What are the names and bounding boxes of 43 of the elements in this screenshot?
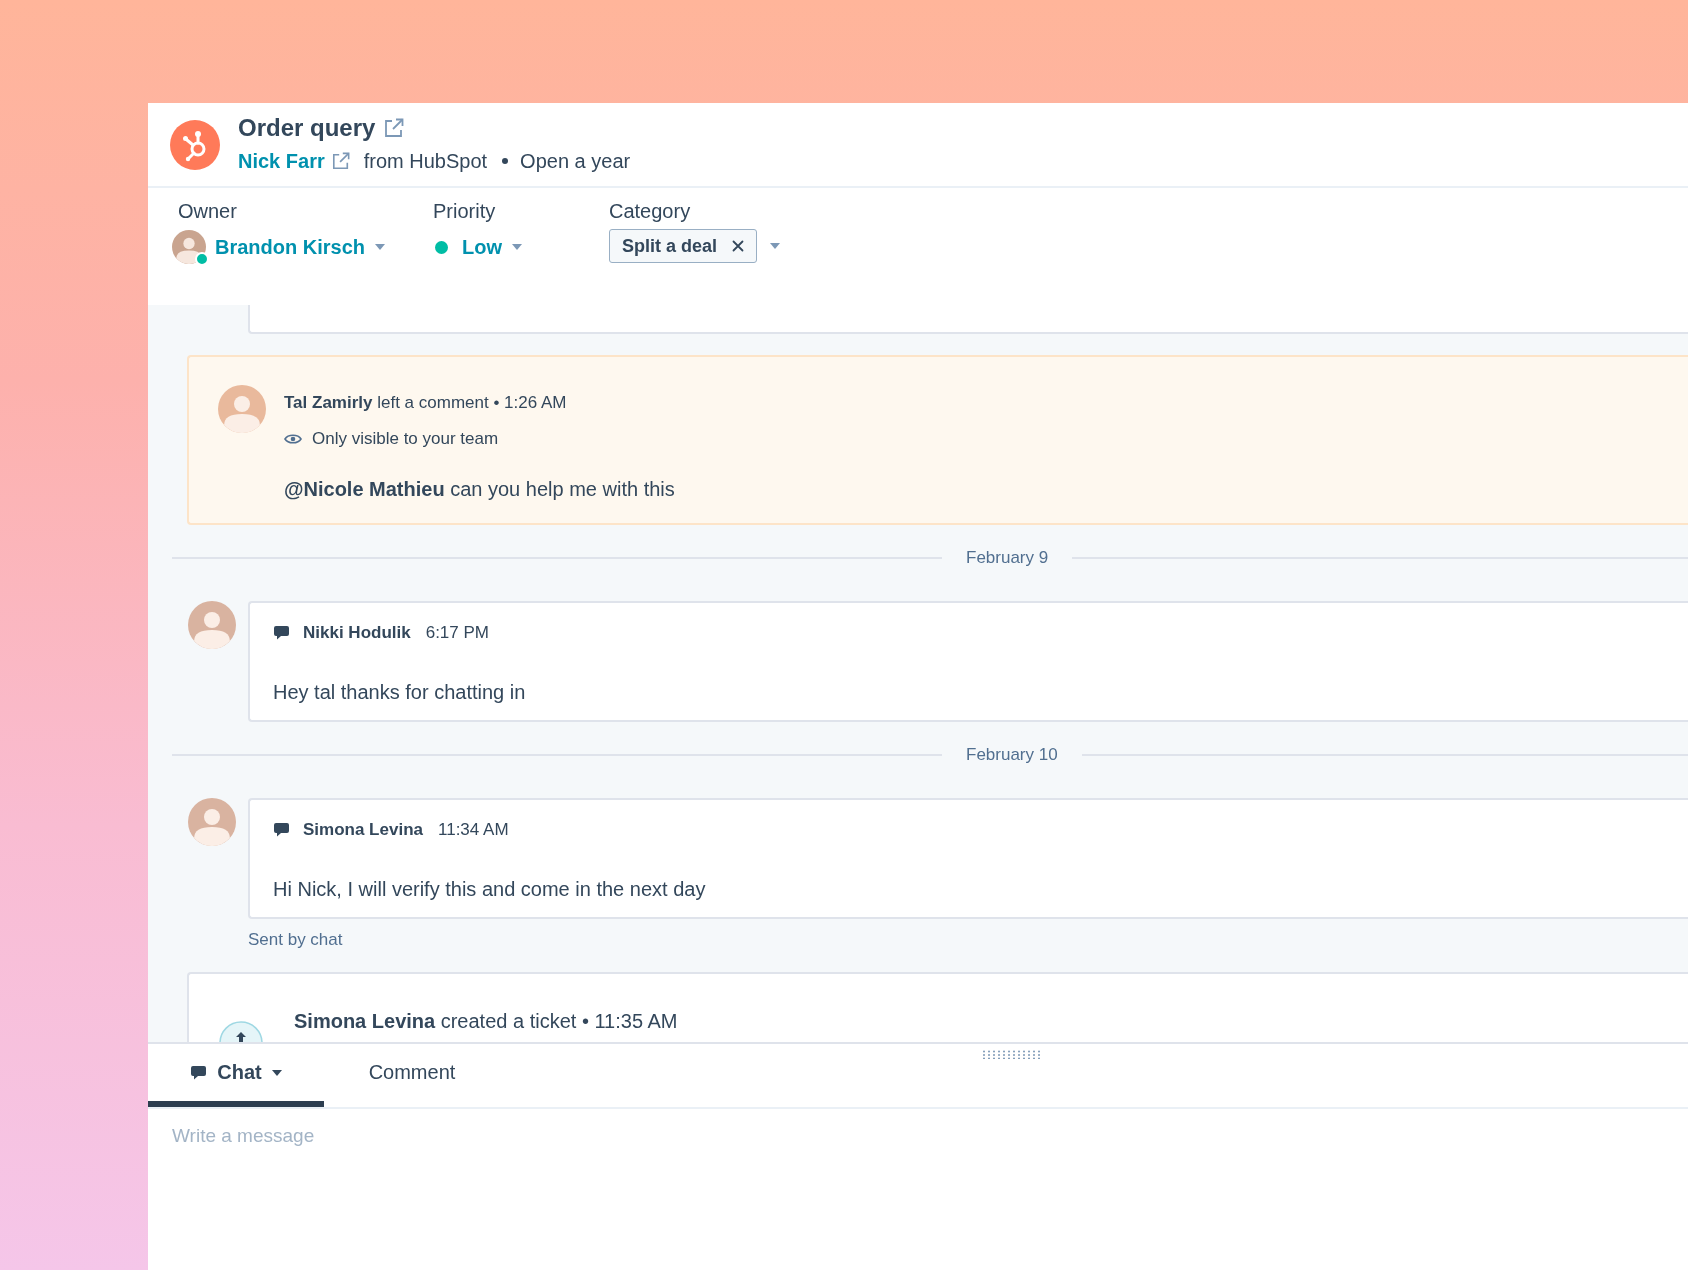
message-text: Hi Nick, I will verify this and come in the next day [273, 877, 706, 902]
priority-dropdown[interactable]: Low [462, 234, 522, 260]
caret-icon [375, 244, 386, 250]
user-avatar [172, 230, 206, 264]
caret-icon[interactable] [770, 243, 781, 249]
message-time: 11:34 AM [438, 819, 509, 841]
comment-text: @Nicole Mathieu can you help me with this [284, 477, 675, 502]
close-icon[interactable] [732, 240, 745, 252]
external-link-icon[interactable] [331, 152, 350, 170]
date-divider: February 10 [965, 744, 1059, 766]
user-avatar [188, 601, 236, 649]
visibility-note: Only visible to your team [312, 428, 499, 450]
source-text: from HubSpot [363, 149, 488, 174]
delivery-note: Sent by chat [248, 929, 343, 951]
ticket-title: Order query [238, 113, 376, 143]
author-name: Nikki Hodulik [303, 622, 411, 644]
chat-icon [190, 1064, 208, 1081]
user-avatar [218, 385, 266, 433]
date-divider: February 9 [965, 547, 1050, 569]
message-text: Hey tal thanks for chatting in [273, 680, 526, 705]
caret-icon [271, 1069, 282, 1076]
ticket-status: Open a year [520, 149, 631, 174]
owner-dropdown[interactable]: Brandon Kirsch [215, 234, 386, 260]
field-label: Owner [178, 200, 237, 222]
category-tag[interactable]: Split a deal [609, 229, 758, 263]
separator-dot-icon [502, 158, 509, 164]
comment-header: Tal Zamirly left a comment • 1:26 AM [284, 392, 567, 414]
contact-link[interactable]: Nick Farr [238, 148, 325, 174]
sprocket-icon [170, 119, 220, 170]
caret-icon [512, 244, 522, 250]
activity-icon [219, 1020, 263, 1042]
chat-icon [273, 822, 290, 838]
composer-tab[interactable]: Comment [324, 1044, 500, 1107]
field-label: Priority [433, 200, 496, 222]
eye-icon [284, 433, 302, 445]
chat-icon [273, 625, 290, 641]
drag-handle-icon[interactable] [981, 1050, 1043, 1059]
author-name: Simona Levina [303, 819, 423, 841]
external-link-icon[interactable] [384, 118, 405, 138]
field-label: Category [609, 200, 691, 222]
activity-text: Simona Levina created a ticket • 11:35 AM [294, 1009, 678, 1034]
user-avatar [188, 798, 236, 846]
message-time: 6:17 PM [425, 622, 489, 644]
